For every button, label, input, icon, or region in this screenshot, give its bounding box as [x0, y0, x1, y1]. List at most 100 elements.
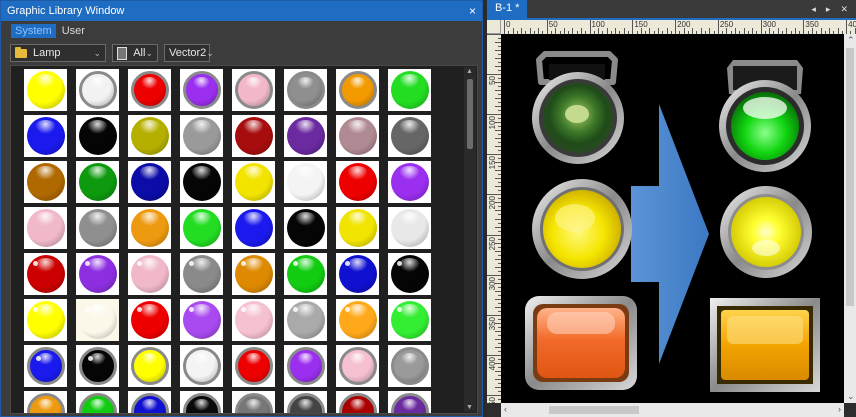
canvas-horizontal-scrollbar[interactable]: ‹ ›	[501, 403, 844, 417]
orange-square-lamp[interactable]	[525, 296, 637, 390]
lamp-thumbnail[interactable]	[232, 391, 275, 413]
prev-tab-icon[interactable]: ◂	[811, 4, 816, 15]
lamp-thumbnail[interactable]	[388, 391, 431, 413]
filter-dropdown[interactable]: All ⌄	[112, 44, 158, 62]
lamp-thumbnail[interactable]	[24, 391, 67, 413]
lamp-thumbnail[interactable]	[336, 161, 379, 203]
lamp-thumbnail[interactable]	[180, 69, 223, 111]
canvas-hscroll-thumb[interactable]	[549, 406, 639, 414]
lamp-thumbnail[interactable]	[76, 161, 119, 203]
lamp-thumbnail[interactable]	[336, 69, 379, 111]
scroll-right-icon[interactable]: ›	[838, 404, 841, 414]
lamp-thumbnail[interactable]	[180, 391, 223, 413]
lamp-thumbnail[interactable]	[232, 253, 275, 295]
lamp-thumbnail[interactable]	[284, 115, 327, 157]
lamp-icon	[390, 255, 429, 293]
screen-canvas[interactable]	[501, 34, 844, 403]
lamp-thumbnail[interactable]	[284, 253, 327, 295]
ruler-label: 400	[488, 356, 497, 371]
lamp-thumbnail[interactable]	[128, 69, 171, 111]
bright-yellow-lamp[interactable]	[720, 186, 812, 278]
lamp-thumbnail[interactable]	[388, 345, 431, 387]
lamp-thumbnail[interactable]	[180, 161, 223, 203]
ruler-label: 200	[677, 20, 691, 29]
canvas-vertical-scrollbar[interactable]: ⌃ ⌄	[844, 34, 856, 403]
lamp-thumbnail[interactable]	[24, 299, 67, 341]
category-dropdown[interactable]: Lamp ⌄	[10, 44, 106, 62]
lamp-thumbnail[interactable]	[128, 207, 171, 249]
lamp-thumbnail[interactable]	[180, 299, 223, 341]
lamp-thumbnail[interactable]	[336, 115, 379, 157]
lamp-thumbnail[interactable]	[24, 207, 67, 249]
lamp-thumbnail[interactable]	[284, 161, 327, 203]
lamp-thumbnail[interactable]	[24, 115, 67, 157]
lamp-thumbnail[interactable]	[336, 207, 379, 249]
lamp-thumbnail[interactable]	[76, 69, 119, 111]
lamp-thumbnail[interactable]	[232, 207, 275, 249]
lamp-thumbnail[interactable]	[24, 253, 67, 295]
lamp-thumbnail[interactable]	[128, 161, 171, 203]
lamp-icon	[390, 347, 429, 385]
scroll-left-icon[interactable]: ‹	[504, 404, 507, 414]
lamp-thumbnail[interactable]	[128, 299, 171, 341]
lamp-thumbnail[interactable]	[128, 391, 171, 413]
tab-system[interactable]: System	[11, 24, 56, 38]
lamp-thumbnail[interactable]	[388, 253, 431, 295]
lamp-thumbnail[interactable]	[336, 299, 379, 341]
lamp-thumbnail[interactable]	[232, 69, 275, 111]
lamp-thumbnail[interactable]	[76, 115, 119, 157]
lamp-thumbnail[interactable]	[128, 345, 171, 387]
lamp-thumbnail[interactable]	[128, 115, 171, 157]
format-dropdown[interactable]: Vector2 ⌄	[164, 44, 214, 62]
lamp-thumbnail[interactable]	[76, 299, 119, 341]
lamp-icon	[26, 301, 65, 339]
lamp-thumbnail[interactable]	[232, 299, 275, 341]
lamp-icon	[286, 71, 325, 109]
lamp-thumbnail[interactable]	[284, 299, 327, 341]
lamp-thumbnail[interactable]	[128, 253, 171, 295]
lamp-thumbnail[interactable]	[336, 253, 379, 295]
lamp-thumbnail[interactable]	[284, 345, 327, 387]
lamp-icon	[130, 347, 169, 385]
lamp-thumbnail[interactable]	[180, 207, 223, 249]
lamp-thumbnail[interactable]	[388, 161, 431, 203]
tab-user[interactable]: User	[58, 24, 89, 38]
lamp-thumbnail[interactable]	[336, 391, 379, 413]
lamp-thumbnail[interactable]	[284, 69, 327, 111]
lamp-thumbnail[interactable]	[24, 161, 67, 203]
lamp-thumbnail[interactable]	[76, 207, 119, 249]
lamp-thumbnail[interactable]	[180, 253, 223, 295]
amber-rectangular-lamp[interactable]	[710, 298, 820, 392]
scroll-thumb[interactable]	[467, 79, 473, 149]
lamp-thumbnail[interactable]	[336, 345, 379, 387]
lamp-thumbnail[interactable]	[24, 69, 67, 111]
close-icon[interactable]: ×	[469, 4, 476, 18]
lamp-thumbnail[interactable]	[388, 207, 431, 249]
lamp-thumbnail[interactable]	[388, 115, 431, 157]
lamp-thumbnail[interactable]	[388, 69, 431, 111]
scroll-up-icon[interactable]: ▲	[466, 68, 473, 75]
lamp-thumbnail[interactable]	[284, 207, 327, 249]
next-tab-icon[interactable]: ▸	[826, 4, 831, 15]
lamp-thumbnail[interactable]	[24, 345, 67, 387]
scroll-down-icon[interactable]: ▼	[466, 404, 473, 411]
green-pilot-lamp[interactable]	[719, 60, 811, 172]
lamp-thumbnail[interactable]	[180, 115, 223, 157]
lamp-thumbnail[interactable]	[76, 391, 119, 413]
lamp-thumbnail[interactable]	[284, 391, 327, 413]
lamp-thumbnail[interactable]	[76, 345, 119, 387]
dark-green-pilot-lamp[interactable]	[532, 51, 624, 164]
close-tab-icon[interactable]: ✕	[840, 4, 848, 15]
lamp-thumbnail[interactable]	[232, 115, 275, 157]
document-tab[interactable]: B-1 *	[487, 0, 528, 18]
lamp-thumbnail[interactable]	[76, 253, 119, 295]
yellow-round-lamp[interactable]	[532, 179, 632, 279]
lamp-thumbnail[interactable]	[232, 345, 275, 387]
canvas-vscroll-thumb[interactable]	[846, 48, 854, 306]
lamp-thumbnail[interactable]	[180, 345, 223, 387]
lamp-thumbnail[interactable]	[232, 161, 275, 203]
scroll-down-icon[interactable]: ⌄	[847, 391, 855, 402]
scroll-up-icon[interactable]: ⌃	[847, 35, 855, 46]
gallery-scrollbar[interactable]: ▲ ▼	[464, 67, 476, 412]
lamp-thumbnail[interactable]	[388, 299, 431, 341]
